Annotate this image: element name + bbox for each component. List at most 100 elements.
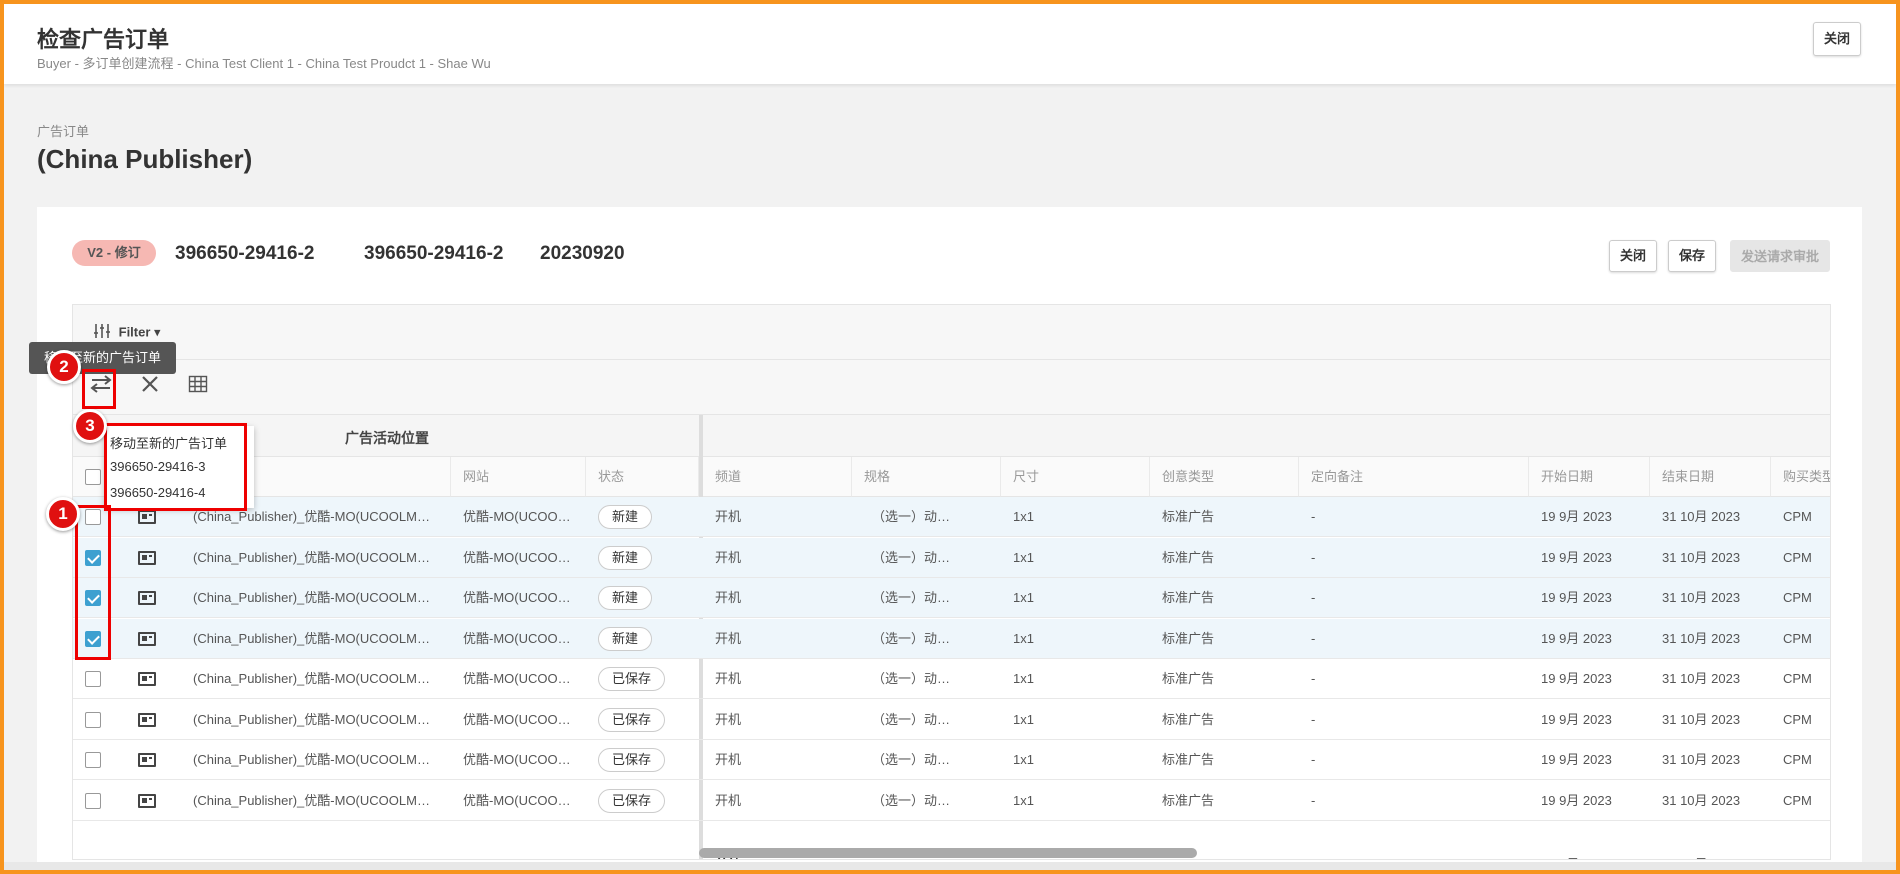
table-row[interactable]: (China_Publisher)_优酷-MO(UCOOLMOBILE) 优酷-M…	[73, 781, 1830, 821]
breadcrumb: Buyer - 多订单创建流程 - China Test Client 1 - …	[37, 56, 491, 71]
row-start: 19 9月 2023	[1541, 509, 1612, 524]
filter-button[interactable]: Filter ▾	[93, 323, 161, 342]
row-channel: 开机	[715, 509, 742, 524]
row-creative: 标准广告	[1162, 630, 1215, 646]
row-buy: CPM	[1783, 671, 1812, 686]
row-note: -	[1311, 711, 1316, 727]
header-spec[interactable]: 规格	[852, 457, 1001, 497]
row-size: 1x1	[1013, 590, 1034, 605]
row-start: 19 9月 2023	[1541, 711, 1612, 727]
horizontal-scrollbar[interactable]	[699, 848, 1197, 858]
header-buy[interactable]: 购买类型	[1771, 457, 1830, 497]
row-start: 19 9月 2023	[1541, 590, 1612, 605]
row-buy: CPM	[1783, 752, 1812, 767]
row-start: 19 9月 2023	[1541, 792, 1612, 808]
row-type-cell	[113, 700, 181, 740]
table-row[interactable]: (China_Publisher)_优酷-MO(UCOOLMOBILE) 优酷-M…	[73, 700, 1830, 740]
select-all-checkbox[interactable]	[85, 469, 101, 485]
header-creative[interactable]: 创意类型	[1150, 457, 1299, 497]
row-spec: （选一）动态/静态	[872, 630, 962, 646]
status-badge: 新建	[598, 626, 653, 651]
header-note[interactable]: 定向备注	[1299, 457, 1529, 497]
header-channel[interactable]: 频道	[703, 457, 852, 497]
order-id-secondary: 396650-29416-2	[364, 243, 504, 264]
order-id: 396650-29416-2	[175, 243, 315, 264]
annotation-box-2	[82, 369, 116, 409]
row-note: -	[1311, 792, 1316, 808]
close-x-icon[interactable]	[133, 372, 167, 402]
row-channel: 开机	[715, 590, 742, 605]
table-row[interactable]: (China_Publisher)_优酷-MO(UCOOLMOBILE) 优酷-M…	[73, 578, 1830, 618]
header-start[interactable]: 开始日期	[1529, 457, 1650, 497]
save-button[interactable]: 保存	[1668, 240, 1716, 272]
row-site: 优酷-MO(UCOOLMOBILE)	[463, 792, 576, 808]
row-type-cell	[113, 659, 181, 699]
row-channel: 开机	[715, 671, 742, 686]
row-channel: 开机	[715, 752, 742, 767]
row-type-cell	[113, 619, 181, 659]
page-title: 检查广告订单	[37, 27, 170, 52]
header-size[interactable]: 尺寸	[1001, 457, 1150, 497]
row-end: 31 10月 2023	[1662, 792, 1741, 808]
header-end[interactable]: 结束日期	[1650, 457, 1771, 497]
order-date: 20230920	[540, 243, 625, 264]
row-status-cell: 已保存	[586, 781, 699, 821]
status-badge: 新建	[598, 545, 653, 570]
header-status[interactable]: 状态	[586, 457, 699, 497]
display-ad-icon	[138, 672, 156, 686]
table-row[interactable]: (China_Publisher)_优酷-MO(UCOOLMOBILE) 优酷-M…	[73, 537, 1830, 578]
status-badge: 已保存	[598, 748, 666, 772]
display-ad-icon	[138, 510, 156, 524]
row-site: 优酷-MO(UCOOLMOBILE)	[463, 549, 576, 565]
row-creative: 标准广告	[1162, 711, 1215, 727]
row-checkbox[interactable]	[85, 792, 101, 809]
row-creative: 标准广告	[1162, 671, 1215, 686]
row-note: -	[1311, 549, 1316, 565]
row-status-cell: 已保存	[586, 740, 699, 780]
row-end: 31 10月 2023	[1662, 590, 1741, 605]
row-creative: 标准广告	[1162, 590, 1215, 605]
row-size: 1x1	[1013, 549, 1034, 565]
status-badge: 已保存	[598, 667, 666, 691]
send-approval-button[interactable]: 发送请求审批	[1730, 240, 1830, 272]
row-checkbox[interactable]	[85, 711, 101, 728]
row-buy: CPM	[1783, 549, 1812, 565]
filter-label: Filter ▾	[118, 324, 161, 340]
version-badge: V2 - 修订	[72, 240, 156, 266]
row-start: 19 9月 2023	[1541, 549, 1612, 565]
grid-toolbar	[72, 360, 1831, 414]
row-type-cell	[113, 578, 181, 618]
annotation-box-1	[75, 505, 111, 660]
row-end: 31 10月 2023	[1662, 549, 1741, 565]
row-creative: 标准广告	[1162, 509, 1215, 524]
display-ad-icon	[138, 631, 156, 646]
row-name: (China_Publisher)_优酷-MO(UCOOLMOBILE)	[193, 549, 439, 565]
row-buy: CPM	[1783, 711, 1812, 727]
annotation-marker-1: 1	[46, 497, 80, 531]
total-end: 31 10月 2023	[1650, 845, 1771, 859]
table-row[interactable]: (China_Publisher)_优酷-MO(UCOOLMOBILE) 优酷-M…	[73, 618, 1830, 659]
table-grid-icon[interactable]	[181, 372, 215, 402]
row-size: 1x1	[1013, 752, 1034, 767]
row-status-cell: 已保存	[586, 659, 699, 699]
table-row[interactable]: (China_Publisher)_优酷-MO(UCOOLMOBILE) 优酷-M…	[73, 497, 1830, 537]
annotation-box-3	[104, 423, 247, 511]
row-size: 1x1	[1013, 671, 1034, 686]
table-row[interactable]: (China_Publisher)_优酷-MO(UCOOLMOBILE) 优酷-M…	[73, 740, 1830, 780]
row-spec: （选一）动态/静态	[872, 792, 962, 808]
table-row[interactable]: (China_Publisher)_优酷-MO(UCOOLMOBILE) 优酷-M…	[73, 659, 1830, 699]
row-note: -	[1311, 752, 1316, 767]
order-close-button[interactable]: 关闭	[1609, 240, 1657, 272]
row-checkbox[interactable]	[85, 671, 101, 687]
close-button[interactable]: 关闭	[1813, 22, 1861, 56]
row-buy: CPM	[1783, 590, 1812, 605]
row-type-cell	[113, 740, 181, 780]
header-site[interactable]: 网站	[451, 457, 586, 497]
row-status-cell: 新建	[586, 619, 699, 659]
row-checkbox[interactable]	[85, 752, 101, 768]
row-spec: （选一）动态/静态	[872, 711, 962, 727]
row-site: 优酷-MO(UCOOLMOBILE)	[463, 671, 576, 686]
row-channel: 开机	[715, 630, 742, 646]
row-buy: CPM	[1783, 509, 1812, 524]
row-status-cell: 新建	[586, 538, 699, 578]
